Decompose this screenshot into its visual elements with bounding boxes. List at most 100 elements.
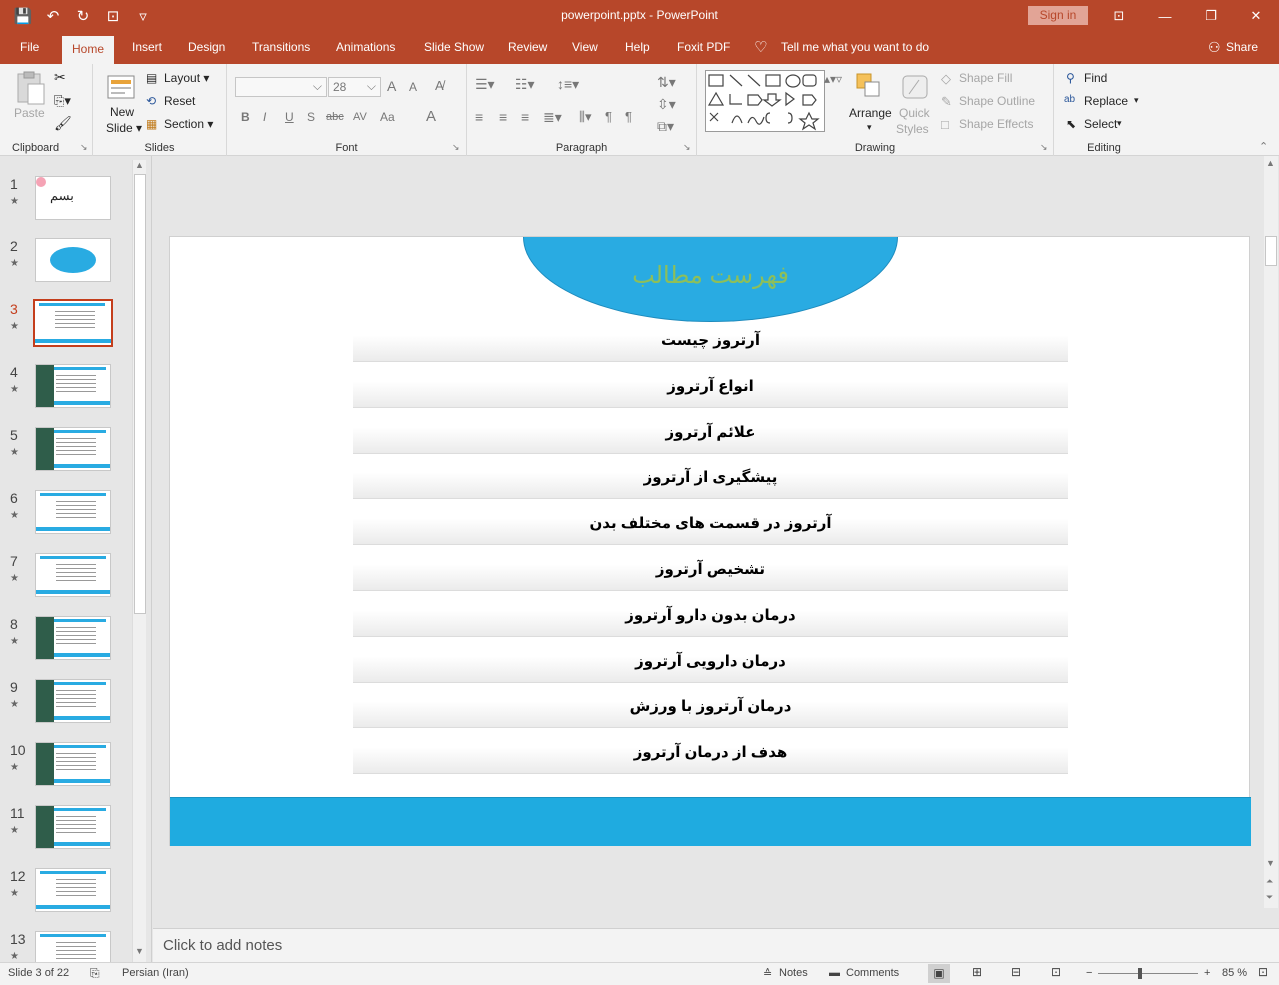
arrange-dropdown-icon[interactable]: ▾ xyxy=(867,122,872,133)
arrange-button[interactable]: Arrange xyxy=(849,106,892,120)
font-launcher-icon[interactable]: ↘ xyxy=(452,142,460,153)
shrink-font-button[interactable]: A xyxy=(409,80,417,94)
toc-item[interactable]: درمان آرتروز با ورزش xyxy=(353,695,1068,728)
toc-item[interactable]: درمان دارویی آرتروز xyxy=(353,650,1068,683)
smartart-icon[interactable]: ⧉▾ xyxy=(657,118,674,135)
slide-thumbnail-3[interactable]: 3 ★ xyxy=(0,299,132,351)
format-painter-icon[interactable]: 🖌 xyxy=(54,115,72,132)
slide-thumbnail-6[interactable]: 6 ★ xyxy=(0,490,132,540)
slide-thumbnail-image[interactable] xyxy=(35,742,111,786)
justify-icon[interactable]: ≣▾ xyxy=(543,109,562,126)
zoom-in-icon[interactable]: + xyxy=(1204,967,1210,979)
sign-in-button[interactable]: Sign in xyxy=(1028,6,1088,25)
toc-item[interactable]: هدف از درمان آرتروز xyxy=(353,741,1068,774)
ribbon-display-options-icon[interactable]: ⊡ xyxy=(1096,0,1142,32)
ltr-icon[interactable]: ¶ xyxy=(605,109,612,124)
slide-scroll-thumb[interactable] xyxy=(1265,236,1277,266)
slide-thumbnail-image[interactable] xyxy=(35,553,111,597)
toc-item[interactable]: پیشگیری از آرتروز xyxy=(353,466,1068,499)
font-size-combo[interactable]: 28 ⌵ xyxy=(328,77,381,97)
align-right-icon[interactable]: ≡ xyxy=(521,109,529,125)
grow-font-button[interactable]: A xyxy=(387,78,396,94)
reset-button[interactable]: Reset xyxy=(164,94,195,108)
slide-thumbnail-image[interactable] xyxy=(35,490,111,534)
slide-thumbnail-image[interactable]: ﺑﺴﻢ xyxy=(35,176,111,220)
minimize-button[interactable]: — xyxy=(1142,0,1188,32)
slide-thumbnail-image[interactable] xyxy=(35,427,111,471)
slide-thumbnail-4[interactable]: 4 ★ xyxy=(0,364,132,414)
slide-thumbnail-5[interactable]: 5 ★ xyxy=(0,427,132,477)
shadow-button[interactable]: S xyxy=(307,110,315,124)
text-direction-icon[interactable]: ⇅▾ xyxy=(657,74,676,91)
strikethrough-button[interactable]: abc xyxy=(326,111,344,123)
tab-view[interactable]: View xyxy=(572,40,598,54)
slide-vertical-scrollbar[interactable]: ▲ ▼ ⏶ ⏷ xyxy=(1264,156,1278,908)
align-text-icon[interactable]: ⇳▾ xyxy=(657,96,676,113)
find-button[interactable]: Find xyxy=(1084,71,1107,85)
restore-button[interactable]: ❐ xyxy=(1188,0,1234,32)
title-ellipse-shape[interactable]: فهرست مطالب xyxy=(523,237,898,322)
drawing-launcher-icon[interactable]: ↘ xyxy=(1040,142,1048,153)
slide-thumbnail-image[interactable] xyxy=(35,364,111,408)
notes-toggle[interactable]: Notes xyxy=(779,967,808,979)
slide-thumbnail-8[interactable]: 8 ★ xyxy=(0,616,132,666)
share-button[interactable]: Share xyxy=(1226,40,1258,54)
italic-button[interactable]: I xyxy=(263,110,266,124)
shapes-scroll-icon[interactable]: ▴▾▿ xyxy=(824,72,842,86)
change-case-button[interactable]: Aa xyxy=(380,110,395,124)
toc-item[interactable]: انواع آرتروز xyxy=(353,375,1068,408)
slide-thumbnail-9[interactable]: 9 ★ xyxy=(0,679,132,729)
clipboard-launcher-icon[interactable]: ↘ xyxy=(80,142,88,153)
line-spacing-icon[interactable]: ↕≡▾ xyxy=(557,76,579,93)
bullets-icon[interactable]: ☰▾ xyxy=(475,76,495,93)
tab-animations[interactable]: Animations xyxy=(336,40,395,54)
slide-canvas[interactable]: فهرست مطالب آرتروز چیست انواع آرتروز علائم… xyxy=(169,236,1251,846)
tab-help[interactable]: Help xyxy=(625,40,650,54)
select-button[interactable]: Select xyxy=(1084,117,1117,131)
slide-thumbnail-11[interactable]: 11 ★ xyxy=(0,805,132,855)
slide-sorter-icon[interactable]: ⊞ xyxy=(972,965,982,979)
shape-outline-button[interactable]: Shape Outline xyxy=(959,94,1035,108)
tab-home[interactable]: Home xyxy=(62,36,115,64)
tab-file[interactable]: File xyxy=(20,40,39,54)
replace-dropdown-icon[interactable]: ▾ xyxy=(1134,95,1139,106)
comments-icon[interactable]: ▬ xyxy=(829,967,840,979)
align-left-icon[interactable]: ≡ xyxy=(475,109,483,125)
next-slide-icon[interactable]: ⏷ xyxy=(1266,892,1273,903)
reading-view-icon[interactable]: ⊟ xyxy=(1011,965,1021,979)
close-button[interactable]: ✕ xyxy=(1233,0,1279,32)
zoom-level[interactable]: 85 % xyxy=(1222,967,1247,979)
section-button[interactable]: Section ▾ xyxy=(164,117,213,131)
toc-item[interactable]: علائم آرتروز xyxy=(353,421,1068,454)
select-dropdown-icon[interactable]: ▾ xyxy=(1117,118,1122,129)
new-slide-dropdown[interactable]: Slide ▾ xyxy=(106,121,142,135)
new-slide-button[interactable]: New xyxy=(110,105,134,119)
previous-slide-icon[interactable]: ⏶ xyxy=(1266,876,1273,887)
slide-scroll-down-icon[interactable]: ▼ xyxy=(1266,858,1275,868)
paste-button[interactable]: Paste xyxy=(14,106,45,120)
comments-toggle[interactable]: Comments xyxy=(846,967,899,979)
slide-thumbnail-10[interactable]: 10 ★ xyxy=(0,742,132,792)
zoom-slider-thumb[interactable] xyxy=(1137,968,1142,979)
tab-transitions[interactable]: Transitions xyxy=(252,40,310,54)
shape-effects-button[interactable]: Shape Effects xyxy=(959,117,1034,131)
slide-thumbnail-image[interactable] xyxy=(33,299,113,347)
language-indicator[interactable]: Persian (Iran) xyxy=(122,967,189,979)
slide-thumbnail-image[interactable] xyxy=(35,238,111,282)
columns-icon[interactable]: ⫼▾ xyxy=(579,109,592,125)
normal-view-icon[interactable]: ▣ xyxy=(928,964,950,983)
paste-icon[interactable] xyxy=(14,70,46,106)
tab-slide-show[interactable]: Slide Show xyxy=(424,40,484,54)
new-slide-icon[interactable] xyxy=(106,70,138,102)
slide-thumbnail-image[interactable] xyxy=(35,679,111,723)
rtl-icon[interactable]: ¶ xyxy=(625,109,632,124)
thumbnails-scroll-thumb[interactable] xyxy=(134,174,146,614)
slide-thumbnail-12[interactable]: 12 ★ xyxy=(0,868,132,918)
clear-formatting-icon[interactable]: A̸ xyxy=(435,78,444,93)
slide-thumbnail-2[interactable]: 2 ★ xyxy=(0,238,132,288)
slide-show-icon[interactable]: ⊡ xyxy=(1051,965,1061,979)
toc-item[interactable]: درمان بدون دارو آرتروز xyxy=(353,604,1068,637)
tab-foxit-pdf[interactable]: Foxit PDF xyxy=(677,40,730,54)
layout-button[interactable]: Layout ▾ xyxy=(164,71,209,85)
tab-design[interactable]: Design xyxy=(188,40,225,54)
